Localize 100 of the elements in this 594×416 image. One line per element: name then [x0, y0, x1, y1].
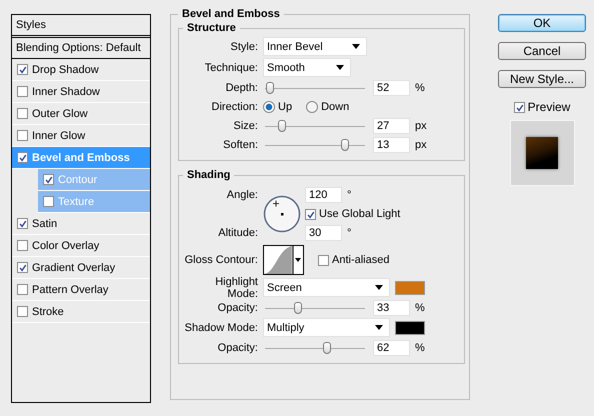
field-label: Soften:	[222, 138, 259, 150]
item-label: Texture	[58, 196, 94, 208]
checkbox[interactable]	[17, 240, 28, 251]
style-item[interactable]: Inner Shadow	[12, 81, 150, 103]
style-item[interactable]: Blending Options: Default	[12, 38, 150, 59]
slider-thumb[interactable]	[266, 82, 274, 94]
field-label: Angle:	[226, 189, 259, 201]
checkbox[interactable]	[17, 262, 28, 273]
field-label: Opacity:	[216, 342, 259, 354]
unit-label: °	[347, 189, 352, 201]
slider[interactable]	[265, 82, 365, 94]
style-item[interactable]: Outer Glow	[12, 103, 150, 125]
checkbox[interactable]	[17, 130, 28, 141]
group-title: Shading	[186, 169, 232, 181]
style-item[interactable]: Drop Shadow	[12, 59, 150, 81]
dialog-button[interactable]: Cancel	[498, 42, 586, 60]
checkbox-label: Preview	[528, 100, 570, 114]
field-label: Shadow Mode:	[184, 322, 259, 334]
style-item[interactable]: Pattern Overlay	[12, 279, 150, 301]
slider[interactable]	[265, 120, 365, 132]
number-field[interactable]: 33	[373, 300, 410, 316]
group-title: Bevel and Emboss	[181, 8, 281, 20]
slider[interactable]	[265, 342, 365, 354]
field-label: Opacity:	[216, 302, 259, 314]
field-label: Direction:	[210, 100, 259, 112]
number-field[interactable]: 13	[373, 136, 410, 152]
field-label: Gloss Contour:	[184, 254, 259, 266]
dropdown[interactable]: Multiply	[263, 318, 390, 337]
slider[interactable]	[265, 302, 365, 314]
unit-label: px	[415, 120, 427, 132]
radio-button[interactable]	[306, 100, 318, 112]
item-label: Pattern Overlay	[32, 284, 108, 296]
radio-label: Down	[321, 100, 350, 112]
style-item[interactable]: Satin	[12, 213, 150, 235]
angle-dial[interactable]	[263, 195, 301, 233]
style-item[interactable]: Color Overlay	[12, 235, 150, 257]
field-label: Technique:	[204, 62, 259, 74]
field-label: Highlight Mode:	[214, 276, 259, 300]
number-field[interactable]: 27	[373, 118, 410, 134]
item-label: Inner Shadow	[32, 86, 100, 98]
checkbox[interactable]	[17, 108, 28, 119]
field-label: Altitude:	[217, 227, 259, 239]
field-label: Size:	[232, 120, 259, 132]
dropdown[interactable]: Screen	[263, 278, 390, 297]
contour-picker[interactable]	[263, 245, 304, 275]
checkbox[interactable]	[17, 86, 28, 97]
field-label: Depth:	[224, 82, 259, 94]
caret-icon	[336, 65, 344, 70]
slider-thumb[interactable]	[278, 120, 286, 132]
item-label: Contour	[58, 174, 98, 186]
slider-thumb[interactable]	[341, 138, 349, 150]
number-field[interactable]: 30	[305, 225, 342, 241]
dropdown[interactable]: Inner Bevel	[263, 37, 367, 56]
checkbox[interactable]	[43, 174, 54, 185]
dropdown[interactable]: Smooth	[263, 58, 351, 77]
slider-thumb[interactable]	[294, 302, 302, 314]
checkbox[interactable]	[514, 102, 525, 112]
caret-icon	[375, 325, 383, 330]
checkbox[interactable]	[17, 218, 28, 229]
item-label: Blending Options: Default	[16, 42, 141, 54]
dialog-button[interactable]: OK	[498, 14, 586, 32]
checkbox[interactable]	[17, 152, 28, 163]
slider[interactable]	[265, 138, 365, 150]
list-title: Styles	[12, 15, 150, 38]
unit-label: °	[347, 227, 352, 239]
unit-label: %	[415, 82, 425, 94]
item-label: Color Overlay	[32, 240, 100, 252]
item-label: Gradient Overlay	[32, 262, 116, 274]
checkbox[interactable]	[43, 196, 54, 207]
checkbox[interactable]	[17, 284, 28, 295]
radio-label: Up	[278, 100, 292, 112]
item-label: Outer Glow	[32, 108, 88, 120]
radio-button[interactable]	[263, 100, 275, 112]
checkbox[interactable]	[305, 208, 316, 220]
field-label: Style:	[229, 40, 259, 52]
item-label: Drop Shadow	[32, 64, 99, 76]
style-item[interactable]: Stroke	[12, 301, 150, 323]
item-label: Satin	[32, 218, 58, 230]
item-label: Bevel and Emboss	[32, 152, 130, 164]
checkbox[interactable]	[17, 306, 28, 317]
unit-label: %	[415, 342, 425, 354]
number-field[interactable]: 52	[373, 80, 410, 96]
color-swatch[interactable]	[395, 280, 425, 294]
dialog-button[interactable]: New Style...	[498, 70, 586, 88]
item-label: Stroke	[32, 306, 64, 318]
item-label: Inner Glow	[32, 130, 86, 142]
unit-label: px	[415, 138, 427, 150]
checkbox-label: Use Global Light	[319, 208, 400, 220]
color-swatch[interactable]	[395, 320, 425, 334]
checkbox[interactable]	[318, 254, 329, 266]
checkbox-label: Anti-aliased	[332, 254, 390, 266]
unit-label: %	[415, 302, 425, 314]
checkbox[interactable]	[17, 64, 28, 75]
caret-icon	[375, 285, 383, 290]
number-field[interactable]: 120	[305, 187, 342, 203]
number-field[interactable]: 62	[373, 340, 410, 356]
style-item[interactable]: Gradient Overlay	[12, 257, 150, 279]
slider-thumb[interactable]	[323, 342, 331, 354]
caret-icon	[352, 44, 360, 49]
group-title: Structure	[186, 22, 237, 34]
